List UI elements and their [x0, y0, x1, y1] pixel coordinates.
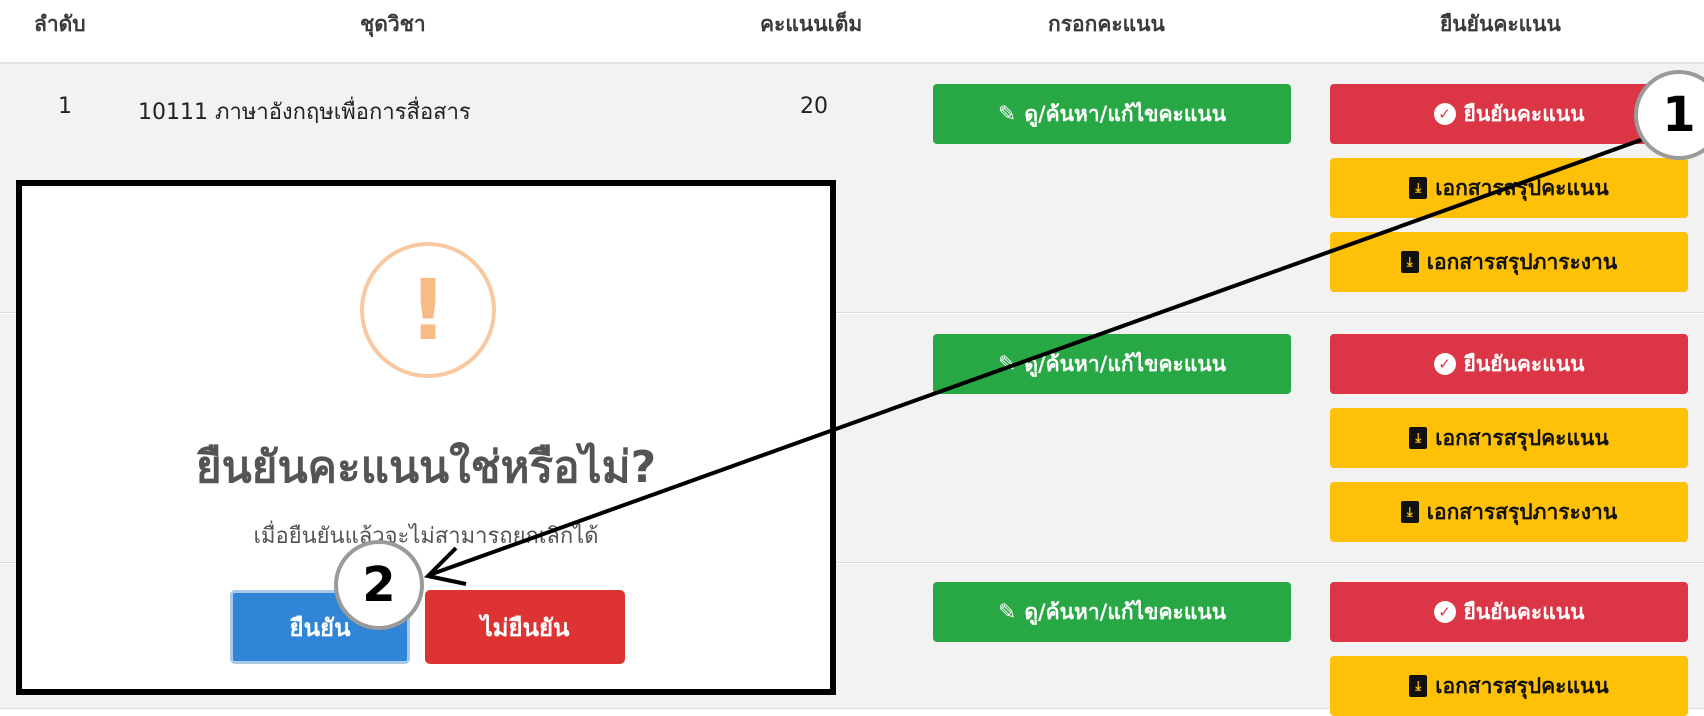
annotation-arrow: [423, 134, 1653, 586]
step-2-badge: 2: [334, 540, 424, 630]
